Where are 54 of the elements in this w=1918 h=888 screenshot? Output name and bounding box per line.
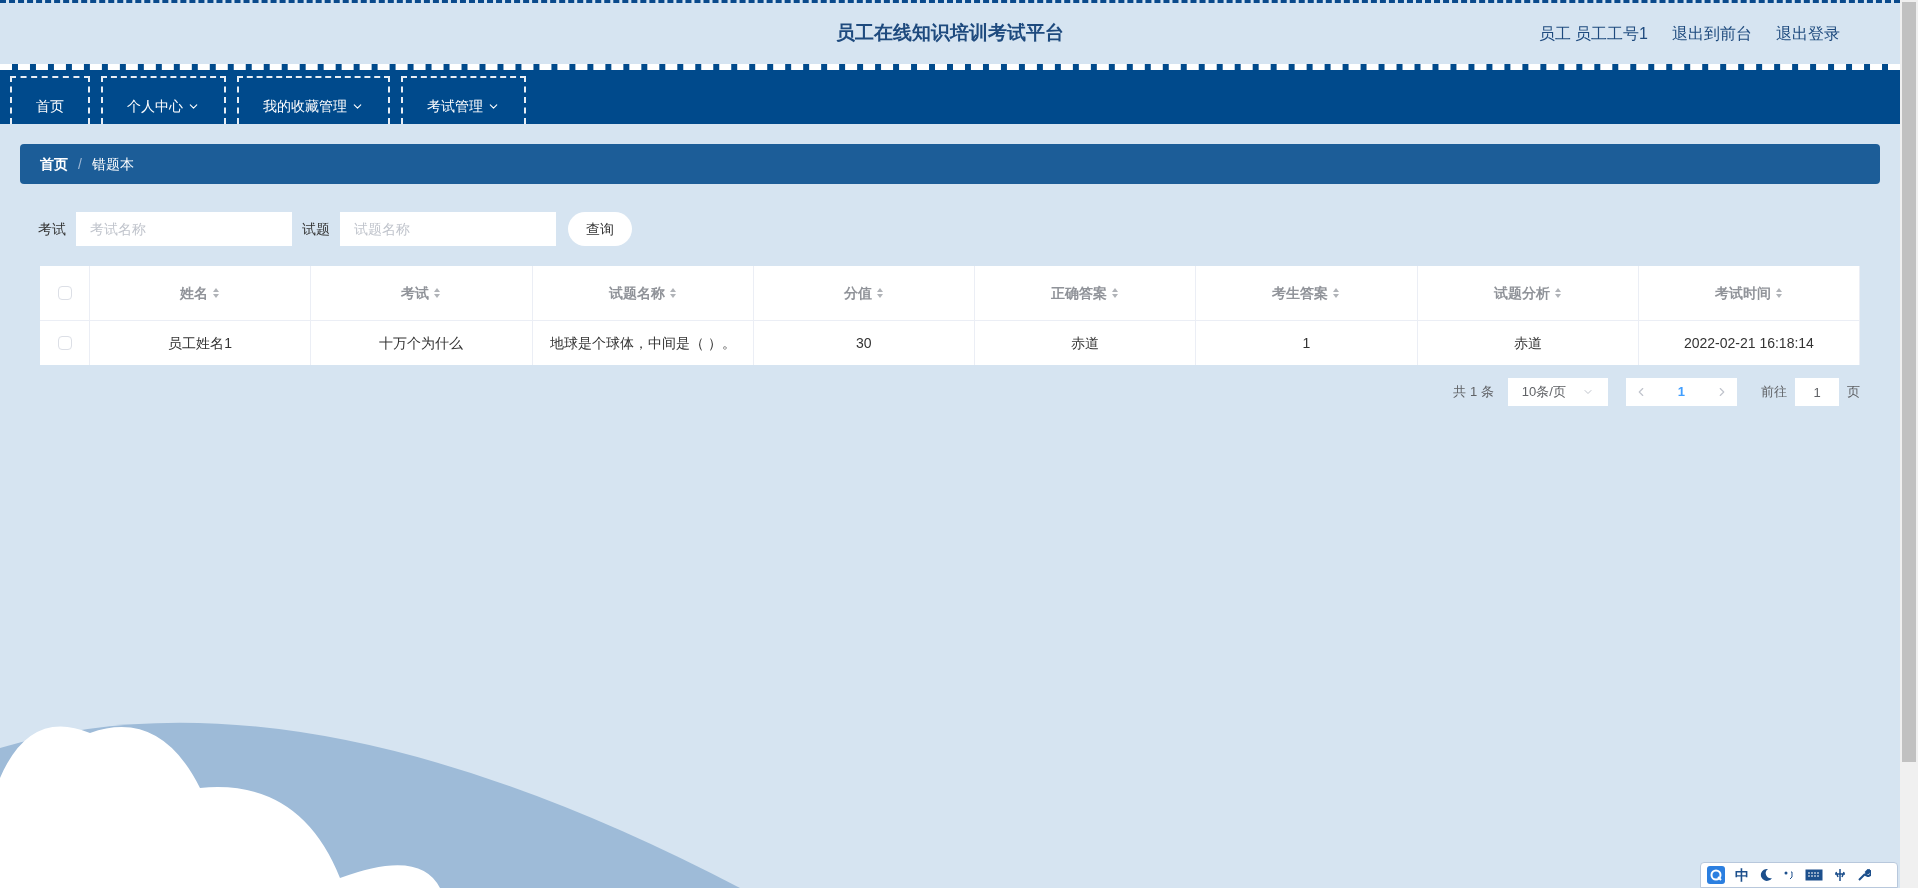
scrollbar[interactable] [1900, 0, 1918, 888]
column-header: 试题分析 [1493, 283, 1550, 303]
column-header: 姓名 [180, 283, 209, 303]
checkbox[interactable] [57, 286, 72, 300]
breadcrumb-separator: / [78, 154, 82, 174]
table-cell-text: 赤道 [1071, 333, 1100, 353]
search-label: 考试 [38, 219, 66, 239]
nav-tab[interactable]: 个人中心 [101, 76, 226, 124]
search-field[interactable]: 试题名称 [340, 212, 556, 246]
site-title: 员工在线知识培训考试平台 [836, 21, 1064, 46]
table-cell-text: 员工姓名1 [168, 333, 232, 353]
column-header: 正确答案 [1051, 283, 1108, 303]
page-suffix: 页 [1847, 383, 1860, 402]
input-mode[interactable]: 中 [1735, 864, 1749, 886]
table-cell-text: 地球是个球体，中间是（ ）。 [549, 333, 736, 353]
header-link[interactable]: 退出登录 [1776, 21, 1840, 46]
goto-label: 前往 [1761, 383, 1787, 402]
column-header: 试题名称 [608, 283, 665, 303]
sort-icon[interactable] [1553, 287, 1562, 299]
search-label: 试题 [302, 219, 330, 239]
goto-page-field[interactable]: 1 [1795, 378, 1839, 406]
table-cell-text: 十万个为什么 [379, 333, 464, 353]
punctuation-icon[interactable] [1783, 870, 1795, 880]
column-header: 考试 [401, 283, 430, 303]
header-link[interactable]: 退出到前台 [1672, 21, 1752, 46]
column-header: 考试时间 [1714, 283, 1771, 303]
wrench-icon[interactable] [1857, 868, 1871, 882]
nav-tab[interactable]: 我的收藏管理 [237, 76, 390, 124]
sort-icon[interactable] [1111, 287, 1120, 299]
page-size-select[interactable]: 10条/页 [1507, 378, 1608, 406]
sort-icon[interactable] [1332, 287, 1341, 299]
sort-icon[interactable] [433, 287, 442, 299]
checkbox[interactable] [57, 336, 72, 350]
column-header: 分值 [843, 283, 872, 303]
total-count: 共 1 条 [1453, 383, 1494, 402]
q-logo-icon[interactable] [1707, 866, 1725, 884]
keyboard-icon[interactable] [1805, 869, 1823, 881]
user-info: 员工 员工工号1 [1538, 23, 1648, 44]
sort-icon[interactable] [668, 287, 677, 299]
sort-icon[interactable] [875, 287, 884, 299]
sort-icon[interactable] [1774, 287, 1783, 299]
breadcrumb-item: 错题本 [91, 154, 134, 174]
column-header: 考生答案 [1272, 283, 1329, 303]
nav-tab[interactable]: 考试管理 [401, 76, 526, 124]
moon-icon[interactable] [1759, 868, 1773, 882]
table-cell-text: 30 [856, 333, 872, 353]
nav-tab[interactable]: 首页 [10, 76, 90, 124]
table-cell-text: 赤道 [1513, 333, 1542, 353]
table-cell-text: 1 [1302, 333, 1311, 353]
search-field[interactable]: 考试名称 [76, 212, 292, 246]
breadcrumb-item[interactable]: 首页 [40, 153, 68, 175]
sort-icon[interactable] [212, 287, 221, 299]
table-cell-text: 2022-02-21 16:18:14 [1683, 333, 1814, 353]
query-button[interactable]: 查询 [568, 212, 632, 246]
